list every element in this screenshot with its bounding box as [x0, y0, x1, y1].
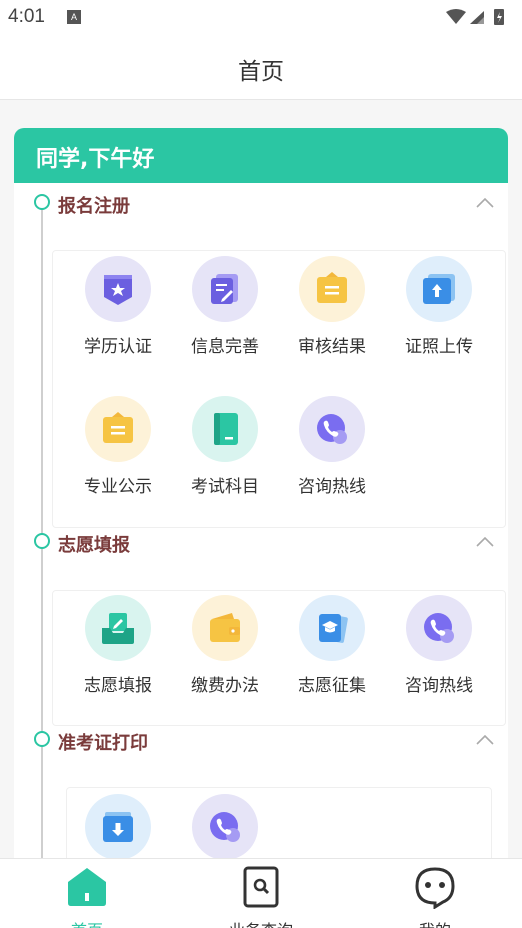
grid-item-hotline[interactable]: [175, 794, 275, 860]
section-title-application: 志愿填报: [58, 535, 130, 556]
folder-icon: [85, 396, 151, 462]
phone-icon: [406, 595, 472, 661]
section-title-registration: 报名注册: [58, 196, 130, 217]
grid-item-label: 志愿填报: [84, 676, 152, 696]
tab-mine[interactable]: 我的: [385, 865, 485, 928]
grid-item-certificate-upload[interactable]: 证照上传: [389, 256, 489, 357]
status-bar: 4:01 A: [0, 0, 522, 36]
grid-item-label: 考试科目: [191, 477, 259, 497]
grid-item-education-verify[interactable]: 学历认证: [68, 256, 168, 357]
grid-item-hotline[interactable]: 咨询热线: [282, 396, 382, 497]
grid-item-fill-application[interactable]: 志愿填报: [68, 595, 168, 696]
face-icon: [415, 867, 455, 910]
grid-item-label: 信息完善: [191, 337, 259, 357]
grid-item-exam-subjects[interactable]: 考试科目: [175, 396, 275, 497]
search-doc-icon: [243, 866, 279, 908]
grid-item-label: 咨询热线: [405, 676, 473, 696]
download-icon: [85, 794, 151, 860]
phone-icon: [299, 396, 365, 462]
home-icon: [68, 868, 106, 906]
grid-item-download-ticket[interactable]: [68, 794, 168, 860]
badge-icon: [85, 256, 151, 322]
chevron-up-icon[interactable]: [476, 198, 494, 208]
grid-item-application-collection[interactable]: 志愿征集: [282, 595, 382, 696]
upload-icon: [406, 256, 472, 322]
tab-label: 业务查询: [211, 917, 311, 928]
grid-item-label: 审核结果: [298, 337, 366, 357]
wifi-icon: [446, 9, 466, 24]
bottom-tab-bar: 首页 业务查询 我的: [0, 858, 522, 928]
grid-item-payment-method[interactable]: 缴费办法: [175, 595, 275, 696]
title-bar: 首页: [0, 36, 522, 100]
wallet-icon: [192, 595, 258, 661]
grid-item-label: 志愿征集: [298, 676, 366, 696]
grid-item-label: 咨询热线: [298, 477, 366, 497]
book-icon: [192, 396, 258, 462]
grid-item-major-publicity[interactable]: 专业公示: [68, 396, 168, 497]
timeline-dot: [34, 731, 50, 747]
grid-item-label: 学历认证: [84, 337, 152, 357]
tab-business-query[interactable]: 业务查询: [211, 865, 311, 928]
greeting-banner: 同学,下午好: [14, 128, 508, 183]
inbox-icon: [85, 595, 151, 661]
folder-icon: [299, 256, 365, 322]
timeline-line: [41, 202, 43, 862]
page-title: 首页: [238, 59, 284, 85]
graduation-book-icon: [299, 595, 365, 661]
grid-item-review-result[interactable]: 审核结果: [282, 256, 382, 357]
grid-item-info-complete[interactable]: 信息完善: [175, 256, 275, 357]
timeline-dot: [34, 194, 50, 210]
chevron-up-icon[interactable]: [476, 735, 494, 745]
system-status-icons: [446, 9, 504, 25]
tab-label: 我的: [385, 917, 485, 928]
greeting-text: 同学,下午好: [36, 147, 155, 172]
section-title-admission-ticket: 准考证打印: [58, 733, 148, 754]
tab-label: 首页: [37, 917, 137, 928]
phone-icon: [192, 794, 258, 860]
grid-item-label: 专业公示: [84, 477, 152, 497]
status-time: 4:01: [8, 6, 45, 27]
grid-item-label: 缴费办法: [191, 676, 259, 696]
edit-doc-icon: [192, 256, 258, 322]
chevron-up-icon[interactable]: [476, 537, 494, 547]
tab-home[interactable]: 首页: [37, 865, 137, 928]
grid-item-hotline[interactable]: 咨询热线: [389, 595, 489, 696]
timeline-dot: [34, 533, 50, 549]
grid-item-label: 证照上传: [405, 337, 473, 357]
notification-icon: A: [67, 10, 81, 24]
